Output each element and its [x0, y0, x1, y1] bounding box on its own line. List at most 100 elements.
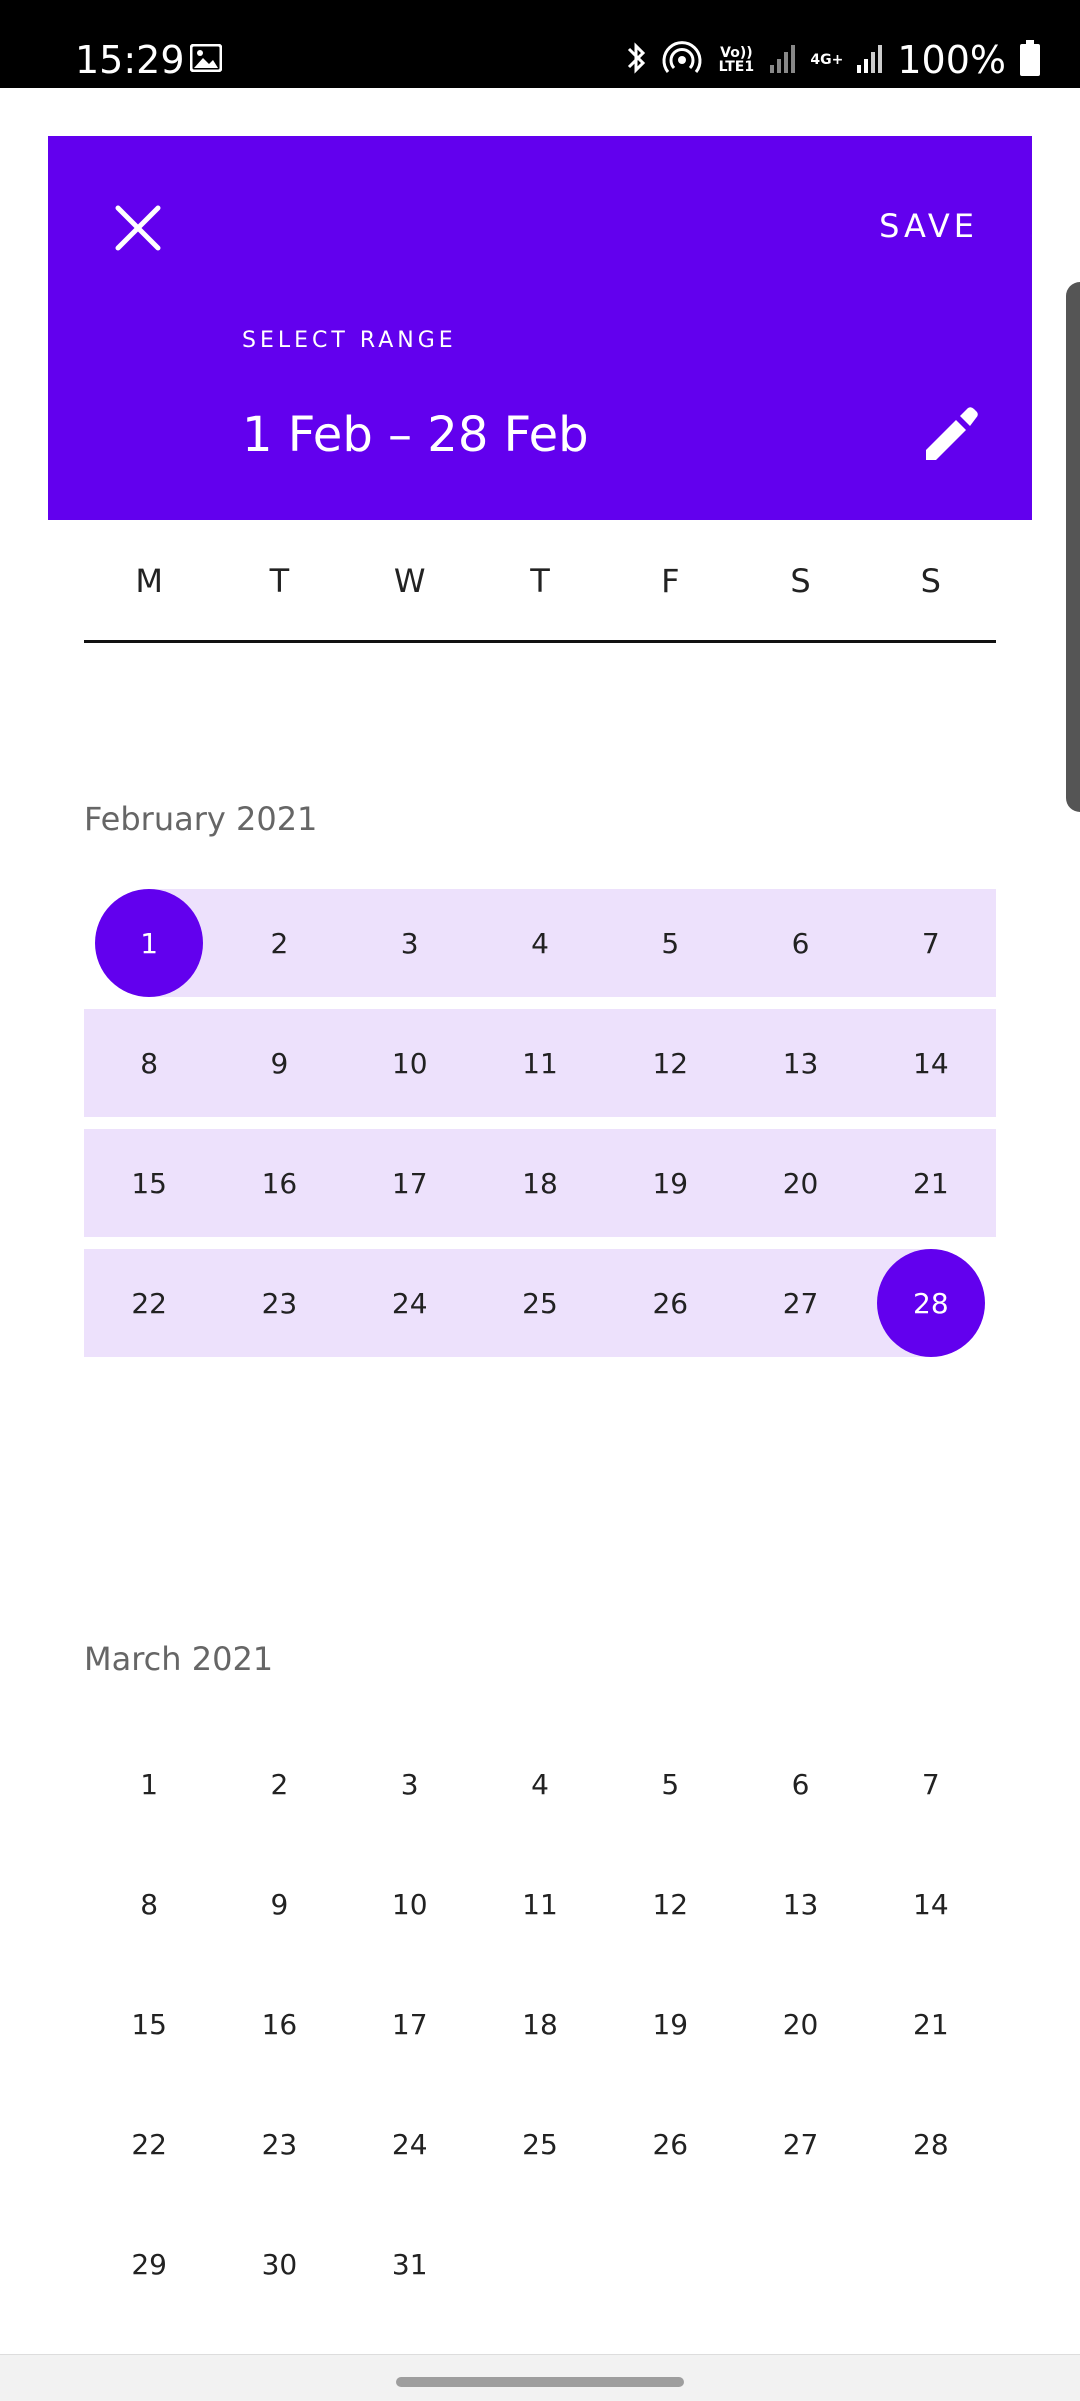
day-cell[interactable]: 13: [735, 1850, 865, 1958]
day-cell[interactable]: 11: [475, 1009, 605, 1117]
day-cell[interactable]: 9: [214, 1850, 344, 1958]
navigation-bar: [0, 2354, 1080, 2401]
day-cell[interactable]: 3: [345, 1730, 475, 1838]
lte-label: Vo)) LTE1: [718, 45, 755, 75]
day-cell-empty: [475, 2210, 605, 2318]
day-cell[interactable]: 19: [605, 1970, 735, 2078]
pencil-icon: [926, 407, 978, 460]
day-cell[interactable]: 8: [84, 1850, 214, 1958]
day-cell[interactable]: 16: [214, 1970, 344, 2078]
day-cell[interactable]: 7: [866, 889, 996, 997]
day-cell[interactable]: 10: [345, 1009, 475, 1117]
week-row: 8 9 10 11 12 13 14: [84, 1850, 996, 1958]
edit-button[interactable]: [918, 402, 982, 466]
day-cell[interactable]: 17: [345, 1970, 475, 2078]
weekday-label: T: [269, 562, 290, 600]
day-cell[interactable]: 8: [84, 1009, 214, 1117]
day-cell[interactable]: 26: [605, 2090, 735, 2198]
day-cell[interactable]: 30: [214, 2210, 344, 2318]
day-cell[interactable]: 19: [605, 1129, 735, 1237]
day-cell[interactable]: 9: [214, 1009, 344, 1117]
day-cell[interactable]: 1: [84, 1730, 214, 1838]
save-button[interactable]: SAVE: [879, 196, 978, 256]
day-cell-empty: [605, 2210, 735, 2318]
day-cell[interactable]: 25: [475, 1249, 605, 1357]
day-cell[interactable]: 18: [475, 1970, 605, 2078]
day-cell[interactable]: 27: [735, 2090, 865, 2198]
day-cell[interactable]: 5: [605, 1730, 735, 1838]
network-type-label: 4G+: [810, 52, 844, 68]
day-cell[interactable]: 25: [475, 2090, 605, 2198]
day-cell[interactable]: 2: [214, 889, 344, 997]
day-cell[interactable]: 14: [866, 1850, 996, 1958]
signal-icon: [770, 43, 796, 77]
day-cell[interactable]: 17: [345, 1129, 475, 1237]
week-row: 1 2 3 4 5 6 7: [84, 889, 996, 997]
day-cell[interactable]: 14: [866, 1009, 996, 1117]
weekday-label: F: [661, 562, 680, 600]
battery-icon: [1020, 40, 1040, 80]
day-cell[interactable]: 6: [735, 1730, 865, 1838]
day-cell[interactable]: 24: [345, 2090, 475, 2198]
day-cell-selected-start[interactable]: 1: [84, 889, 214, 997]
month-title-march: March 2021: [84, 1640, 274, 1678]
day-cell[interactable]: 15: [84, 1970, 214, 2078]
day-cell[interactable]: 22: [84, 2090, 214, 2198]
month-title-february: February 2021: [84, 800, 318, 838]
battery-percent: 100%: [897, 38, 1006, 82]
scrollbar[interactable]: [1066, 282, 1080, 812]
weekday-label: M: [135, 562, 163, 600]
day-cell[interactable]: 11: [475, 1850, 605, 1958]
day-cell-selected-end[interactable]: 28: [866, 1249, 996, 1357]
weekday-label: S: [790, 562, 811, 600]
day-cell[interactable]: 5: [605, 889, 735, 997]
day-cell[interactable]: 13: [735, 1009, 865, 1117]
day-cell[interactable]: 12: [605, 1009, 735, 1117]
day-cell[interactable]: 10: [345, 1850, 475, 1958]
status-bar: 15:29 Vo)) LTE1 4G+ 100%: [0, 0, 1080, 88]
date-range-header: SAVE SELECT RANGE 1 Feb – 28 Feb: [48, 136, 1032, 520]
week-row: 8 9 10 11 12 13 14: [84, 1009, 996, 1117]
weekday-label: S: [920, 562, 941, 600]
day-cell[interactable]: 24: [345, 1249, 475, 1357]
week-row: 15 16 17 18 19 20 21: [84, 1129, 996, 1237]
hotspot-icon: [662, 40, 702, 80]
day-cell[interactable]: 2: [214, 1730, 344, 1838]
day-cell[interactable]: 16: [214, 1129, 344, 1237]
signal-icon: [857, 43, 883, 77]
day-cell[interactable]: 18: [475, 1129, 605, 1237]
gallery-icon: [189, 43, 223, 76]
day-cell[interactable]: 4: [475, 1730, 605, 1838]
day-cell[interactable]: 31: [345, 2210, 475, 2318]
week-row: 22 23 24 25 26 27 28: [84, 2090, 996, 2198]
day-cell[interactable]: 12: [605, 1850, 735, 1958]
week-row: 22 23 24 25 26 27 28: [84, 1249, 996, 1357]
week-row: 15 16 17 18 19 20 21: [84, 1970, 996, 2078]
home-gesture-handle[interactable]: [396, 2377, 684, 2387]
day-cell[interactable]: 20: [735, 1970, 865, 2078]
select-range-label: SELECT RANGE: [242, 328, 457, 353]
day-cell[interactable]: 23: [214, 1249, 344, 1357]
weekday-header: M T W T F S S: [84, 520, 996, 643]
day-cell[interactable]: 28: [866, 2090, 996, 2198]
day-cell[interactable]: 29: [84, 2210, 214, 2318]
day-cell[interactable]: 3: [345, 889, 475, 997]
selected-range-text: 1 Feb – 28 Feb: [242, 407, 589, 463]
day-cell[interactable]: 4: [475, 889, 605, 997]
day-cell[interactable]: 21: [866, 1970, 996, 2078]
day-cell[interactable]: 26: [605, 1249, 735, 1357]
status-time: 15:29: [75, 38, 185, 82]
day-cell[interactable]: 21: [866, 1129, 996, 1237]
close-button[interactable]: [102, 192, 174, 264]
day-cell-empty: [866, 2210, 996, 2318]
day-cell[interactable]: 23: [214, 2090, 344, 2198]
weekday-label: W: [393, 562, 426, 600]
day-cell[interactable]: 7: [866, 1730, 996, 1838]
day-cell[interactable]: 22: [84, 1249, 214, 1357]
month-grid-march: 1 2 3 4 5 6 7 8 9 10 11 12 13 14 15 16 1…: [84, 1730, 996, 2330]
day-cell[interactable]: 6: [735, 889, 865, 997]
day-cell-empty: [735, 2210, 865, 2318]
day-cell[interactable]: 15: [84, 1129, 214, 1237]
day-cell[interactable]: 20: [735, 1129, 865, 1237]
day-cell[interactable]: 27: [735, 1249, 865, 1357]
